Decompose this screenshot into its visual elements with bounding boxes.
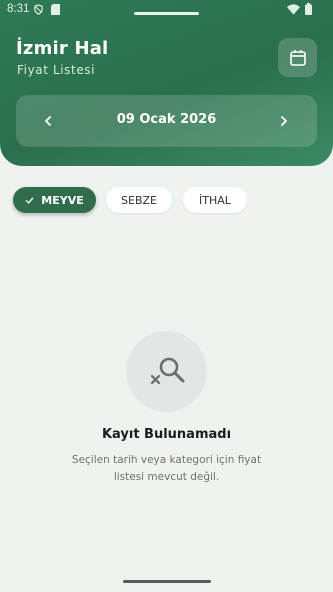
page-subtitle: Fiyat Listesi bbox=[17, 63, 96, 77]
page-title: İzmir Hal bbox=[16, 38, 109, 59]
calendar-icon bbox=[289, 49, 306, 66]
home-indicator[interactable] bbox=[123, 580, 211, 583]
empty-state-title: Kayıt Bulunamadı bbox=[101, 427, 232, 442]
top-handle bbox=[134, 12, 199, 15]
battery-icon bbox=[305, 3, 312, 15]
status-bar: 8:31 bbox=[0, 0, 333, 20]
filter-chip-label: İTHAL bbox=[199, 193, 231, 207]
date-navigator: 09 Ocak 2026 bbox=[16, 95, 317, 147]
filter-chip-ithal[interactable]: İTHAL bbox=[183, 187, 247, 213]
previous-date-button[interactable] bbox=[36, 109, 60, 133]
screen: 8:31 İzmir Hal Fiyat Listesi 09 Ocak 202… bbox=[0, 0, 333, 592]
empty-state-illustration bbox=[126, 331, 207, 412]
check-icon bbox=[25, 196, 34, 205]
wifi-icon bbox=[287, 4, 300, 15]
filter-chip-label: SEBZE bbox=[121, 193, 157, 207]
chevron-right-icon bbox=[281, 116, 287, 126]
filter-chip-meyve[interactable]: MEYVE bbox=[13, 187, 96, 213]
status-time: 8:31 bbox=[7, 3, 30, 15]
search-off-icon bbox=[150, 357, 184, 384]
filter-chip-sebze[interactable]: SEBZE bbox=[106, 187, 172, 213]
header: 8:31 İzmir Hal Fiyat Listesi 09 Ocak 202… bbox=[0, 0, 333, 166]
selected-date[interactable]: 09 Ocak 2026 bbox=[76, 112, 257, 127]
next-date-button[interactable] bbox=[272, 109, 296, 133]
calendar-button[interactable] bbox=[278, 38, 317, 77]
sim-card-icon bbox=[51, 4, 60, 15]
shield-icon bbox=[34, 4, 43, 15]
empty-state-description: Seçilen tarih veya kategori için fiyat l… bbox=[71, 454, 262, 483]
chevron-left-icon bbox=[45, 116, 51, 126]
filter-chip-label: MEYVE bbox=[41, 193, 84, 207]
